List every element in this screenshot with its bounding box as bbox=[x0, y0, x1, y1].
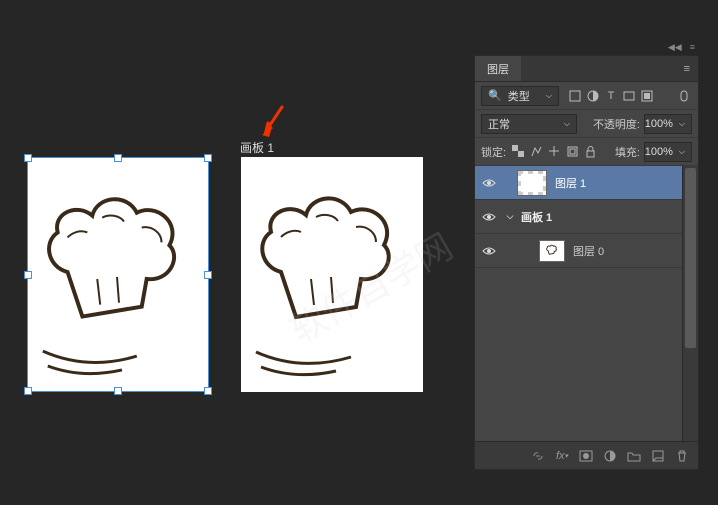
transform-handle[interactable] bbox=[24, 387, 32, 395]
tab-label: 图层 bbox=[487, 61, 509, 77]
panel-tabs: 图层 ≡ bbox=[475, 56, 698, 82]
new-layer-icon[interactable] bbox=[650, 448, 666, 464]
layer-name[interactable]: 图层 0 bbox=[573, 243, 604, 259]
filter-adjust-icon[interactable] bbox=[585, 88, 601, 104]
new-group-icon[interactable] bbox=[626, 448, 642, 464]
filter-toggle-icon[interactable] bbox=[676, 88, 692, 104]
artboard-content-image bbox=[241, 157, 423, 392]
eye-icon bbox=[482, 178, 496, 188]
opacity-label: 不透明度: bbox=[593, 116, 640, 132]
annotation-arrow-icon bbox=[262, 105, 286, 141]
artboard-label[interactable]: 画板 1 bbox=[240, 139, 274, 156]
transform-handle[interactable] bbox=[24, 271, 32, 279]
expand-toggle[interactable]: ⌵ bbox=[503, 211, 517, 222]
link-layers-icon[interactable] bbox=[530, 448, 546, 464]
filter-icons: T bbox=[567, 88, 655, 104]
layer-mask-icon[interactable] bbox=[578, 448, 594, 464]
artboard-content-image bbox=[28, 158, 208, 391]
filter-type-icon[interactable]: T bbox=[603, 88, 619, 104]
eye-icon bbox=[482, 246, 496, 256]
transform-handle[interactable] bbox=[24, 154, 32, 162]
panel-collapse-bar[interactable]: ◀◀ ≡ bbox=[474, 42, 699, 54]
filter-shape-icon[interactable] bbox=[621, 88, 637, 104]
blend-mode-label: 正常 bbox=[488, 116, 510, 132]
collapse-left-icon[interactable]: ◀◀ bbox=[668, 42, 682, 54]
layer-row[interactable]: 图层 0 bbox=[475, 234, 698, 268]
blend-mode-dropdown[interactable]: 正常 ⌵ bbox=[481, 114, 577, 134]
layers-panel: 图层 ≡ 🔍 类型 ⌵ T 正常 ⌵ 不透明度: 100% ⌵ 锁定: bbox=[474, 55, 699, 470]
fill-value: 100% bbox=[645, 146, 673, 158]
transform-handle[interactable] bbox=[204, 271, 212, 279]
lock-transparency-icon[interactable] bbox=[510, 144, 527, 160]
chevron-down-icon: ⌵ bbox=[546, 91, 552, 101]
visibility-toggle[interactable] bbox=[475, 212, 503, 222]
layer-row[interactable]: ⌵ 画板 1 bbox=[475, 200, 698, 234]
visibility-toggle[interactable] bbox=[475, 246, 503, 256]
lock-row: 锁定: 填充: 100% ⌵ bbox=[475, 138, 698, 166]
filter-smart-icon[interactable] bbox=[639, 88, 655, 104]
panel-footer: fx▾ bbox=[475, 441, 698, 469]
lock-position-icon[interactable] bbox=[546, 144, 563, 160]
filter-type-dropdown[interactable]: 🔍 类型 ⌵ bbox=[481, 86, 559, 106]
blend-row: 正常 ⌵ 不透明度: 100% ⌵ bbox=[475, 110, 698, 138]
opacity-input[interactable]: 100% ⌵ bbox=[644, 114, 692, 134]
canvas-area: 画板 1 bbox=[0, 0, 460, 505]
chevron-down-icon: ⌵ bbox=[679, 119, 685, 129]
layer-thumbnail[interactable] bbox=[517, 170, 547, 196]
lock-label: 锁定: bbox=[481, 144, 506, 160]
layer-name[interactable]: 画板 1 bbox=[521, 209, 552, 225]
scrollbar-thumb[interactable] bbox=[685, 168, 696, 348]
adjustment-layer-icon[interactable] bbox=[602, 448, 618, 464]
lock-pixels-icon[interactable] bbox=[528, 144, 545, 160]
tab-layers[interactable]: 图层 bbox=[475, 56, 521, 81]
visibility-toggle[interactable] bbox=[475, 178, 503, 188]
filter-pixel-icon[interactable] bbox=[567, 88, 583, 104]
artboard-1[interactable] bbox=[241, 157, 423, 392]
filter-label: 类型 bbox=[508, 88, 530, 104]
layers-list: 图层 1 ⌵ 画板 1 图层 0 bbox=[475, 166, 698, 441]
layer-name[interactable]: 图层 1 bbox=[555, 175, 586, 191]
chevron-down-icon: ⌵ bbox=[564, 119, 570, 129]
transform-handle[interactable] bbox=[114, 387, 122, 395]
fill-label: 填充: bbox=[615, 144, 640, 160]
transform-handle[interactable] bbox=[204, 387, 212, 395]
filter-row: 🔍 类型 ⌵ T bbox=[475, 82, 698, 110]
layer-thumbnail[interactable] bbox=[539, 240, 565, 262]
transform-handle[interactable] bbox=[114, 154, 122, 162]
transform-handle[interactable] bbox=[204, 154, 212, 162]
artboard-selected[interactable] bbox=[27, 157, 209, 392]
lock-all-icon[interactable] bbox=[582, 144, 599, 160]
fill-input[interactable]: 100% ⌵ bbox=[644, 142, 692, 162]
eye-icon bbox=[482, 212, 496, 222]
lock-artboard-icon[interactable] bbox=[564, 144, 581, 160]
layer-fx-icon[interactable]: fx▾ bbox=[554, 448, 570, 464]
panel-menu-icon[interactable]: ≡ bbox=[690, 42, 695, 54]
layer-row[interactable]: 图层 1 bbox=[475, 166, 698, 200]
search-icon: 🔍 bbox=[488, 89, 502, 102]
chevron-down-icon: ⌵ bbox=[679, 147, 685, 157]
opacity-value: 100% bbox=[645, 118, 673, 130]
scrollbar[interactable] bbox=[682, 166, 698, 441]
panel-menu-icon[interactable]: ≡ bbox=[676, 63, 698, 75]
delete-layer-icon[interactable] bbox=[674, 448, 690, 464]
